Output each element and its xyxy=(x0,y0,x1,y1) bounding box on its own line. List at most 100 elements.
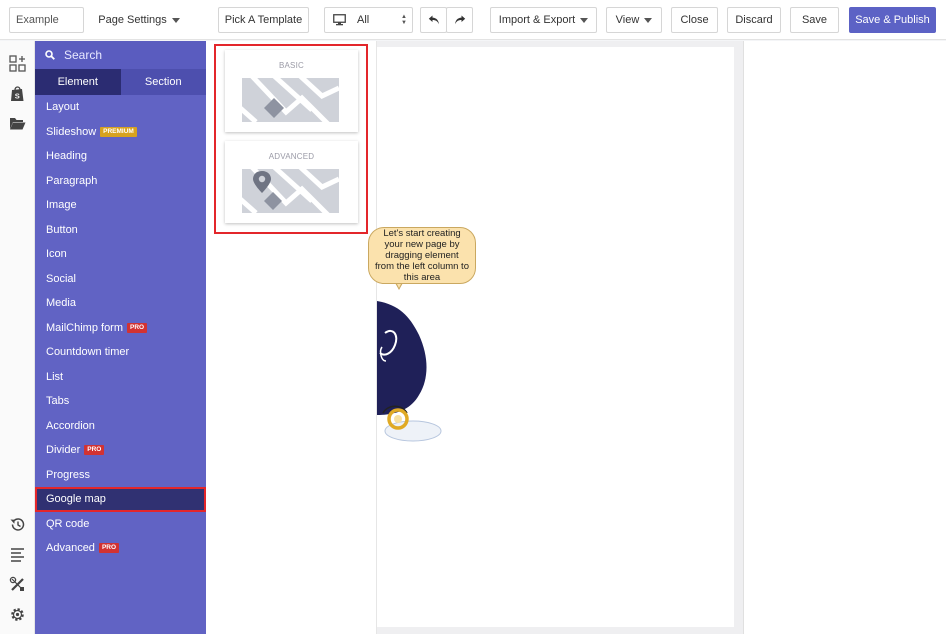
tools-icon[interactable] xyxy=(9,576,26,593)
page-settings-label: Page Settings xyxy=(98,14,167,26)
outline-icon[interactable] xyxy=(9,546,26,563)
sidebar-item-list[interactable]: List xyxy=(35,365,206,390)
sidebar-tabs: Element Section xyxy=(35,69,206,95)
view-label: View xyxy=(615,14,640,26)
variant-card-basic[interactable]: BASIC xyxy=(225,50,358,132)
close-button[interactable]: Close xyxy=(671,7,718,33)
settings-icon[interactable] xyxy=(9,606,26,623)
redo-button[interactable] xyxy=(446,7,473,33)
sidebar-item-label: QR code xyxy=(46,517,90,530)
add-element-icon[interactable] xyxy=(9,55,26,72)
page-canvas[interactable] xyxy=(377,47,734,627)
variant-label-basic: BASIC xyxy=(278,61,304,70)
import-export-dropdown[interactable]: Import & Export xyxy=(490,7,597,33)
sidebar-item-tabs[interactable]: Tabs xyxy=(35,389,206,414)
caret-down-icon xyxy=(580,17,589,23)
canvas-hint-text: Let's start creating your new page by dr… xyxy=(375,228,469,283)
sidebar-item-label: Social xyxy=(46,272,76,285)
sidebar-item-slideshow[interactable]: Slideshow PREMIUM xyxy=(35,120,206,145)
tab-section[interactable]: Section xyxy=(120,69,206,95)
search-icon xyxy=(45,50,55,60)
sidebar-item-media[interactable]: Media xyxy=(35,291,206,316)
map-pin-thumbnail-icon xyxy=(242,169,339,213)
icon-rail: S xyxy=(0,41,35,634)
sidebar-item-label: Tabs xyxy=(46,395,70,408)
variants-highlight-frame: BASIC ADVANCED xyxy=(214,44,368,234)
sidebar-item-label: Heading xyxy=(46,150,87,163)
sidebar-item-label: Countdown timer xyxy=(46,346,130,359)
sidebar-item-image[interactable]: Image xyxy=(35,193,206,218)
discard-label: Discard xyxy=(735,14,773,26)
sidebar-item-countdown-timer[interactable]: Countdown timer xyxy=(35,340,206,365)
sidebar-item-label: Accordion xyxy=(46,419,95,432)
sidebar-item-label: List xyxy=(46,370,64,383)
page-name-input[interactable]: Example xyxy=(9,7,84,33)
sidebar-item-label: Slideshow xyxy=(46,125,97,138)
sidebar-item-button[interactable]: Button xyxy=(35,218,206,243)
save-publish-label: Save & Publish xyxy=(855,14,930,26)
pro-badge: PRO xyxy=(84,445,105,456)
sidebar-item-label: Progress xyxy=(46,468,91,481)
svg-text:S: S xyxy=(15,92,20,101)
pick-template-label: Pick A Template xyxy=(224,14,303,26)
pick-template-button[interactable]: Pick A Template xyxy=(218,7,309,33)
sidebar-item-progress[interactable]: Progress xyxy=(35,463,206,488)
variant-card-advanced[interactable]: ADVANCED xyxy=(225,141,358,223)
map-thumbnail-icon xyxy=(242,78,339,122)
sidebar-item-paragraph[interactable]: Paragraph xyxy=(35,169,206,194)
pro-badge: PRO xyxy=(98,543,120,554)
element-list: Layout Slideshow PREMIUM Heading Paragraph Im… xyxy=(35,95,206,561)
import-export-label: Import & Export xyxy=(498,14,576,26)
sidebar-item-label: Image xyxy=(46,199,77,212)
save-publish-button[interactable]: Save & Publish xyxy=(849,7,936,33)
undo-icon xyxy=(428,15,439,25)
top-toolbar: Example Page Settings Pick A Template Al… xyxy=(0,0,946,40)
sidebar-item-label: Advanced xyxy=(46,542,95,555)
undo-button[interactable] xyxy=(420,7,447,33)
tab-element[interactable]: Element xyxy=(35,69,121,95)
sidebar-item-label: Media xyxy=(46,297,76,310)
variant-label-advanced: ADVANCED xyxy=(268,152,315,161)
save-button[interactable]: Save xyxy=(790,7,839,33)
sidebar-item-label: Google map xyxy=(46,493,106,506)
redo-icon xyxy=(454,15,465,25)
device-select[interactable]: All ▲ ▼ xyxy=(324,7,413,33)
sidebar-item-advanced[interactable]: Advanced PRO xyxy=(35,536,206,561)
save-label: Save xyxy=(801,14,828,26)
search-input[interactable] xyxy=(64,48,194,62)
sidebar-item-layout[interactable]: Layout xyxy=(35,95,206,120)
caret-down-icon xyxy=(171,17,180,23)
view-dropdown[interactable]: View xyxy=(606,7,662,33)
desktop-icon xyxy=(333,14,346,26)
select-arrows-icon: ▲ ▼ xyxy=(401,14,407,26)
folder-icon[interactable] xyxy=(9,115,26,132)
history-icon[interactable] xyxy=(9,516,26,533)
sidebar-item-label: Divider xyxy=(46,444,81,457)
pro-badge: PRO xyxy=(127,322,148,333)
sidebar-item-accordion[interactable]: Accordion xyxy=(35,414,206,439)
right-empty-area xyxy=(743,41,946,634)
page-settings-dropdown[interactable]: Page Settings xyxy=(96,7,182,33)
element-sidebar: Element Section Layout SlideshowPREMIUM He… xyxy=(35,41,206,634)
sidebar-item-icon[interactable]: Icon xyxy=(35,242,206,267)
sidebar-item-label: MailChimp form xyxy=(46,321,124,334)
canvas-hint-bubble: Let's start creating your new page by dr… xyxy=(368,227,476,284)
discard-button[interactable]: Discard xyxy=(727,7,781,33)
element-variants-panel: BASIC ADVANCED xyxy=(206,41,377,634)
sidebar-item-heading[interactable]: Heading xyxy=(35,144,206,169)
sidebar-item-label: Paragraph xyxy=(46,174,98,187)
sidebar-item-google-map[interactable]: Google map xyxy=(35,487,206,512)
device-select-value: All xyxy=(357,14,370,26)
sidebar-item-label: Button xyxy=(46,223,78,236)
page-name-placeholder: Example xyxy=(16,14,59,26)
premium-badge: PREMIUM xyxy=(100,126,137,137)
sidebar-item-label: Icon xyxy=(46,248,67,261)
shopify-icon[interactable]: S xyxy=(9,85,26,102)
caret-down-icon xyxy=(644,17,653,23)
sidebar-item-mailchimp-form[interactable]: MailChimp form PRO xyxy=(35,316,206,341)
sidebar-item-divider[interactable]: Divider PRO xyxy=(35,438,206,463)
sidebar-search xyxy=(35,41,206,69)
sidebar-item-social[interactable]: Social xyxy=(35,267,206,292)
close-label: Close xyxy=(680,14,709,26)
sidebar-item-qr-code[interactable]: QR code xyxy=(35,512,206,537)
